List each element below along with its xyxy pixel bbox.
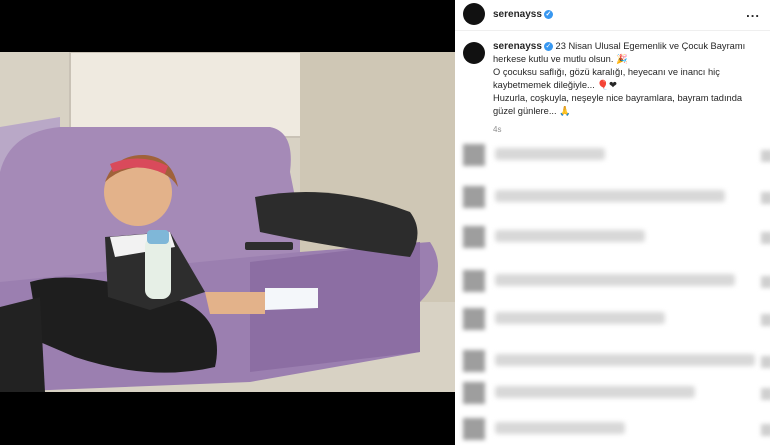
like-icon[interactable] [761,388,770,400]
comment-avatar[interactable] [463,308,485,330]
like-icon[interactable] [761,192,770,204]
caption-line-2: O çocuksu saflığı, gözü karalığı, heyeca… [493,67,720,90]
verified-badge-icon: ✓ [543,9,553,19]
comment-text-blurred [495,312,665,324]
like-icon[interactable] [761,424,770,436]
caption-username[interactable]: serenayss [493,41,542,52]
like-icon[interactable] [761,232,770,244]
comment-text-blurred [495,148,605,160]
verified-badge-icon: ✓ [543,42,553,52]
comment-text-blurred [495,386,695,398]
comment-text-blurred [495,422,625,434]
comment-avatar[interactable] [463,382,485,404]
username-link[interactable]: serenayss ✓ [493,9,553,20]
comment-avatar[interactable] [463,270,485,292]
comment-avatar[interactable] [463,144,485,166]
avatar[interactable] [463,3,485,25]
post-media[interactable] [0,0,455,445]
post-header: serenayss ✓ ... [455,0,770,31]
like-icon[interactable] [761,314,770,326]
more-options-icon[interactable]: ... [746,5,760,20]
comment-avatar[interactable] [463,350,485,372]
comment-avatar[interactable] [463,418,485,440]
post-caption: serenayss ✓ 23 Nisan Ulusal Egemenlik ve … [463,40,763,136]
comment-text-blurred [495,190,725,202]
caption-line-3: Huzurla, coşkuyla, neşeyle nice bayramla… [493,93,743,116]
avatar[interactable] [463,42,485,64]
post-side-panel: serenayss ✓ ... serenayss ✓ 23 Nisan Ulusa… [455,0,770,445]
like-icon[interactable] [761,150,770,162]
comment-text-blurred [495,274,735,286]
like-icon[interactable] [761,356,770,368]
post-photo [0,52,455,392]
like-icon[interactable] [761,276,770,288]
comment-avatar[interactable] [463,186,485,208]
comment-avatar[interactable] [463,226,485,248]
post-timestamp: 4s [493,125,502,134]
comment-text-blurred [495,230,645,242]
comment-text-blurred [495,354,755,366]
